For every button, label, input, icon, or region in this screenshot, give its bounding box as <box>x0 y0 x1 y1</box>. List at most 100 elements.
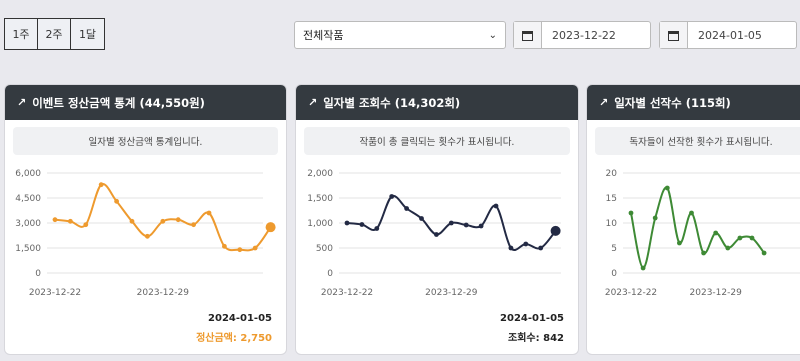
y-tick-label: 500 <box>316 244 333 254</box>
data-point <box>640 265 646 271</box>
data-point <box>83 222 89 228</box>
y-tick-label: 6,000 <box>15 169 41 179</box>
data-point <box>160 218 166 224</box>
data-point <box>419 216 424 221</box>
data-point <box>689 210 694 216</box>
data-point <box>538 245 544 251</box>
end-date-field[interactable]: 2024-01-05 <box>659 21 797 49</box>
trend-up-icon: ↗ <box>599 96 609 109</box>
x-tick-label: 2023-12-29 <box>425 288 478 298</box>
range-1week-button[interactable]: 1주 <box>5 19 38 49</box>
tooltip-date: 2024-01-05 <box>208 313 272 324</box>
y-tick-label: 1,000 <box>307 219 333 229</box>
card-header: ↗ 이벤트 정산금액 통계 (44,550원) <box>5 85 286 120</box>
data-point <box>508 245 514 251</box>
card-title: 일자별 조회수 (14,302회) <box>323 95 461 110</box>
card-title: 일자별 선작수 (115회) <box>614 95 731 110</box>
y-tick-label: 4,500 <box>15 194 41 204</box>
range-button-group: 1주 2주 1달 <box>4 18 105 50</box>
card-notice: 일자별 정산금액 통계입니다. <box>13 127 278 155</box>
y-tick-label: 0 <box>327 269 333 279</box>
y-tick-label: 20 <box>606 169 618 179</box>
data-point <box>68 218 73 224</box>
data-point <box>463 222 469 228</box>
data-point <box>523 241 529 247</box>
settlement-line-chart: 6,000 4,500 3,000 1,500 0 2023-12-22 2023-12-2… <box>15 169 276 298</box>
data-point <box>52 217 58 223</box>
subscriptions-line-chart: 20 15 10 5 0 2023-12-22 2023-12-29 <box>605 169 800 298</box>
data-point <box>222 243 227 249</box>
card-header: ↗ 일자별 조회수 (14,302회) <box>296 85 578 120</box>
data-point <box>344 220 350 226</box>
calendar-icon[interactable] <box>660 22 688 48</box>
trend-up-icon: ↗ <box>17 96 27 109</box>
data-point <box>145 233 150 239</box>
settlement-stats-card: ↗ 이벤트 정산금액 통계 (44,550원) 일자별 정산금액 통계입니다. … <box>4 84 287 355</box>
data-point <box>652 215 658 221</box>
data-point <box>701 250 706 256</box>
x-tick-label: 2023-12-29 <box>690 288 743 298</box>
views-stats-card: ↗ 일자별 조회수 (14,302회) 작품이 총 클릭되는 횟수가 표시됩니다… <box>295 84 579 355</box>
data-point <box>389 194 395 199</box>
data-point <box>237 247 243 253</box>
data-point <box>664 185 670 191</box>
data-point <box>252 245 258 251</box>
work-filter-value: 전체작품 <box>303 29 344 42</box>
data-point <box>713 230 719 236</box>
data-point <box>493 203 499 209</box>
range-1month-button[interactable]: 1달 <box>71 19 104 49</box>
data-point <box>114 198 119 204</box>
views-line-chart: 2,000 1,500 1,000 500 0 2023-12-22 2023-12-29 <box>307 169 561 298</box>
highlighted-point <box>265 222 276 233</box>
data-point <box>175 217 181 223</box>
x-tick-label: 2023-12-22 <box>321 288 373 298</box>
y-tick-label: 0 <box>35 269 41 279</box>
data-point <box>374 226 380 231</box>
data-point <box>98 182 104 188</box>
y-tick-label: 5 <box>611 244 617 254</box>
range-2week-button[interactable]: 2주 <box>38 19 71 49</box>
tooltip-value: 정산금액: 2,750 <box>196 333 272 344</box>
data-point <box>448 220 454 226</box>
calendar-icon[interactable] <box>514 22 542 48</box>
data-point <box>434 232 439 237</box>
series-line <box>630 186 765 270</box>
data-point <box>129 218 135 224</box>
card-title: 이벤트 정산금액 통계 (44,550원) <box>32 95 205 110</box>
x-tick-label: 2023-12-29 <box>137 288 190 298</box>
start-date-field[interactable]: 2023-12-22 <box>513 21 651 49</box>
chevron-down-icon: ⌄ <box>488 29 497 41</box>
y-tick-label: 1,500 <box>15 244 41 254</box>
card-header: ↗ 일자별 선작수 (115회) <box>587 85 800 120</box>
data-point <box>206 210 212 216</box>
y-tick-label: 2,000 <box>307 169 333 179</box>
y-tick-label: 3,000 <box>15 219 41 229</box>
end-date-value[interactable]: 2024-01-05 <box>688 22 796 48</box>
trend-up-icon: ↗ <box>308 96 318 109</box>
work-filter-select[interactable]: 전체작품 ⌄ <box>294 21 506 49</box>
data-point <box>404 206 409 211</box>
y-tick-label: 10 <box>606 219 618 229</box>
x-tick-label: 2023-12-22 <box>605 288 657 298</box>
subscriptions-stats-card: ↗ 일자별 선작수 (115회) 독자들이 선작한 횟수가 표시됩니다. 20 1… <box>586 84 800 355</box>
y-tick-label: 1,500 <box>307 194 333 204</box>
y-tick-label: 0 <box>611 269 617 279</box>
data-point <box>725 245 731 251</box>
x-tick-label: 2023-12-22 <box>29 288 81 298</box>
start-date-value[interactable]: 2023-12-22 <box>542 22 650 48</box>
data-point <box>677 240 682 246</box>
tooltip-date: 2024-01-05 <box>500 313 564 324</box>
tooltip-value: 조회수: 842 <box>508 333 564 344</box>
highlighted-point <box>550 225 561 236</box>
data-point <box>628 210 634 216</box>
data-point <box>478 223 484 229</box>
data-point <box>359 222 365 227</box>
series-line <box>54 183 272 252</box>
card-notice: 작품이 총 클릭되는 횟수가 표시됩니다. <box>304 127 570 155</box>
data-point <box>737 235 743 241</box>
data-point <box>191 222 197 228</box>
y-tick-label: 15 <box>606 194 617 204</box>
data-point <box>749 235 755 241</box>
card-notice: 독자들이 선작한 횟수가 표시됩니다. <box>595 127 800 155</box>
data-point <box>761 250 767 256</box>
